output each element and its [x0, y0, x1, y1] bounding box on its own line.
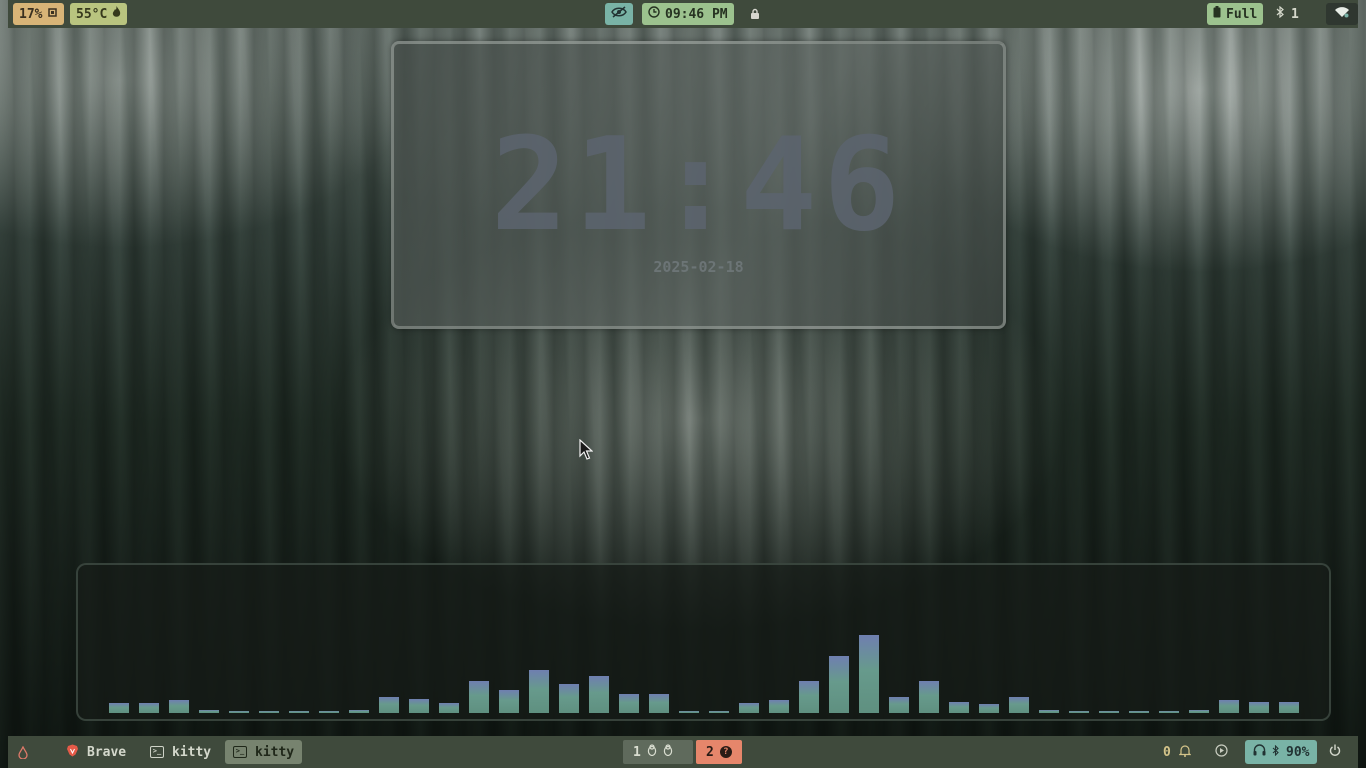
temperature-widget[interactable]: 55°C [70, 3, 128, 25]
visualizer-bar [409, 699, 429, 713]
taskbar-item-kitty[interactable]: >_ kitty [142, 740, 219, 764]
visualizer-bar [829, 656, 849, 713]
flame-icon [112, 6, 121, 22]
workspace-number: 1 [633, 744, 641, 760]
workspace-number: 2 [706, 744, 714, 760]
bottom-bar: Brave >_ kitty >_ kitty 1 2 ? 0 90% [8, 736, 1358, 768]
visualizer-bar [1129, 711, 1149, 713]
clock-date: 2025-02-18 [653, 258, 744, 276]
visualizer-bar [499, 690, 519, 713]
idle-inhibitor-toggle[interactable] [605, 3, 633, 25]
visualizer-bar [1069, 711, 1089, 713]
visualizer-bar [169, 700, 189, 713]
taskbar-item-label: kitty [255, 744, 295, 760]
terminal-icon: >_ [150, 746, 164, 758]
visualizer-bar [709, 711, 729, 713]
top-bar: 17% 55°C 09:46 PM Full 1 [8, 0, 1358, 28]
visualizer-bar [379, 697, 399, 713]
volume-value: 90% [1286, 744, 1310, 760]
visualizer-bar [559, 684, 579, 713]
eye-off-icon [611, 6, 627, 22]
visualizer-bar [739, 703, 759, 713]
lock-icon[interactable] [748, 5, 762, 23]
visualizer-bar [979, 704, 999, 713]
visualizer-bar [1039, 710, 1059, 713]
visualizer-bar [769, 700, 789, 713]
headphones-icon [1253, 744, 1266, 760]
volume-widget[interactable]: 90% [1245, 740, 1318, 764]
large-clock-time: 21:46 [490, 111, 907, 260]
visualizer-bar [109, 703, 129, 713]
visualizer-bar [949, 702, 969, 713]
battery-status: Full [1226, 6, 1258, 22]
visualizer-bar [439, 703, 459, 713]
wifi-icon [1334, 6, 1350, 22]
cpu-usage-value: 17% [19, 6, 43, 22]
notification-widget[interactable]: 0 [1163, 740, 1192, 764]
visualizer-bar [679, 711, 699, 713]
taskbar-item-label: Brave [87, 744, 127, 760]
visualizer-bar [1099, 711, 1119, 713]
mouse-cursor-icon [579, 438, 594, 461]
visualizer-bar [889, 697, 909, 713]
clock-widget[interactable]: 09:46 PM [642, 3, 734, 25]
media-play-button[interactable] [1215, 740, 1228, 764]
visualizer-bar [349, 710, 369, 713]
visualizer-bar [589, 676, 609, 713]
visualizer-bar [139, 703, 159, 713]
taskbar-item-label: kitty [172, 744, 212, 760]
visualizer-bar [319, 711, 339, 713]
visualizer-bar [259, 711, 279, 713]
battery-widget[interactable]: Full [1207, 3, 1264, 25]
visualizer-bars [109, 635, 1299, 713]
bluetooth-count: 1 [1291, 6, 1299, 22]
visualizer-bar [1009, 697, 1029, 713]
taskbar-item-brave[interactable]: Brave [58, 740, 134, 764]
cpu-icon [47, 7, 58, 22]
visualizer-bar [799, 681, 819, 713]
visualizer-bar [619, 694, 639, 713]
workspace-1[interactable]: 1 [623, 740, 693, 764]
workspace-2[interactable]: 2 ? [696, 740, 742, 764]
visualizer-bar [1249, 702, 1269, 713]
battery-icon [1213, 6, 1221, 22]
taskbar-item-kitty-active[interactable]: >_ kitty [225, 740, 303, 764]
visualizer-bar [1159, 711, 1179, 713]
visualizer-bar [229, 711, 249, 713]
power-button[interactable] [1329, 740, 1341, 764]
visualizer-bar [289, 711, 309, 713]
bell-icon [1178, 744, 1192, 761]
visualizer-bar [919, 681, 939, 713]
clock-time: 09:46 PM [665, 6, 728, 22]
bluetooth-widget[interactable]: 1 [1276, 3, 1299, 25]
temperature-value: 55°C [76, 6, 108, 22]
visualizer-bar [649, 694, 669, 713]
play-icon [1215, 743, 1228, 761]
visualizer-bar [1219, 700, 1239, 713]
wifi-widget[interactable] [1326, 3, 1358, 25]
tux-icon [663, 744, 673, 760]
visualizer-bar [1279, 702, 1299, 713]
bluetooth-icon [1276, 5, 1285, 22]
terminal-icon: >_ [233, 746, 247, 758]
notification-count: 0 [1163, 744, 1171, 760]
clock-icon [648, 6, 660, 22]
visualizer-bar [469, 681, 489, 713]
question-icon: ? [719, 746, 732, 758]
clock-overlay-card: 21:46 2025-02-18 [391, 41, 1006, 329]
tux-icon [647, 744, 657, 760]
visualizer-bar [199, 710, 219, 713]
power-icon [1329, 744, 1341, 760]
visualizer-bar [859, 635, 879, 713]
brave-icon [66, 744, 79, 760]
bluetooth-icon [1272, 744, 1280, 760]
audio-visualizer [76, 563, 1331, 721]
visualizer-bar [529, 670, 549, 713]
visualizer-bar [1189, 710, 1209, 713]
cpu-usage-widget[interactable]: 17% [13, 3, 65, 25]
drop-icon[interactable] [18, 740, 28, 764]
